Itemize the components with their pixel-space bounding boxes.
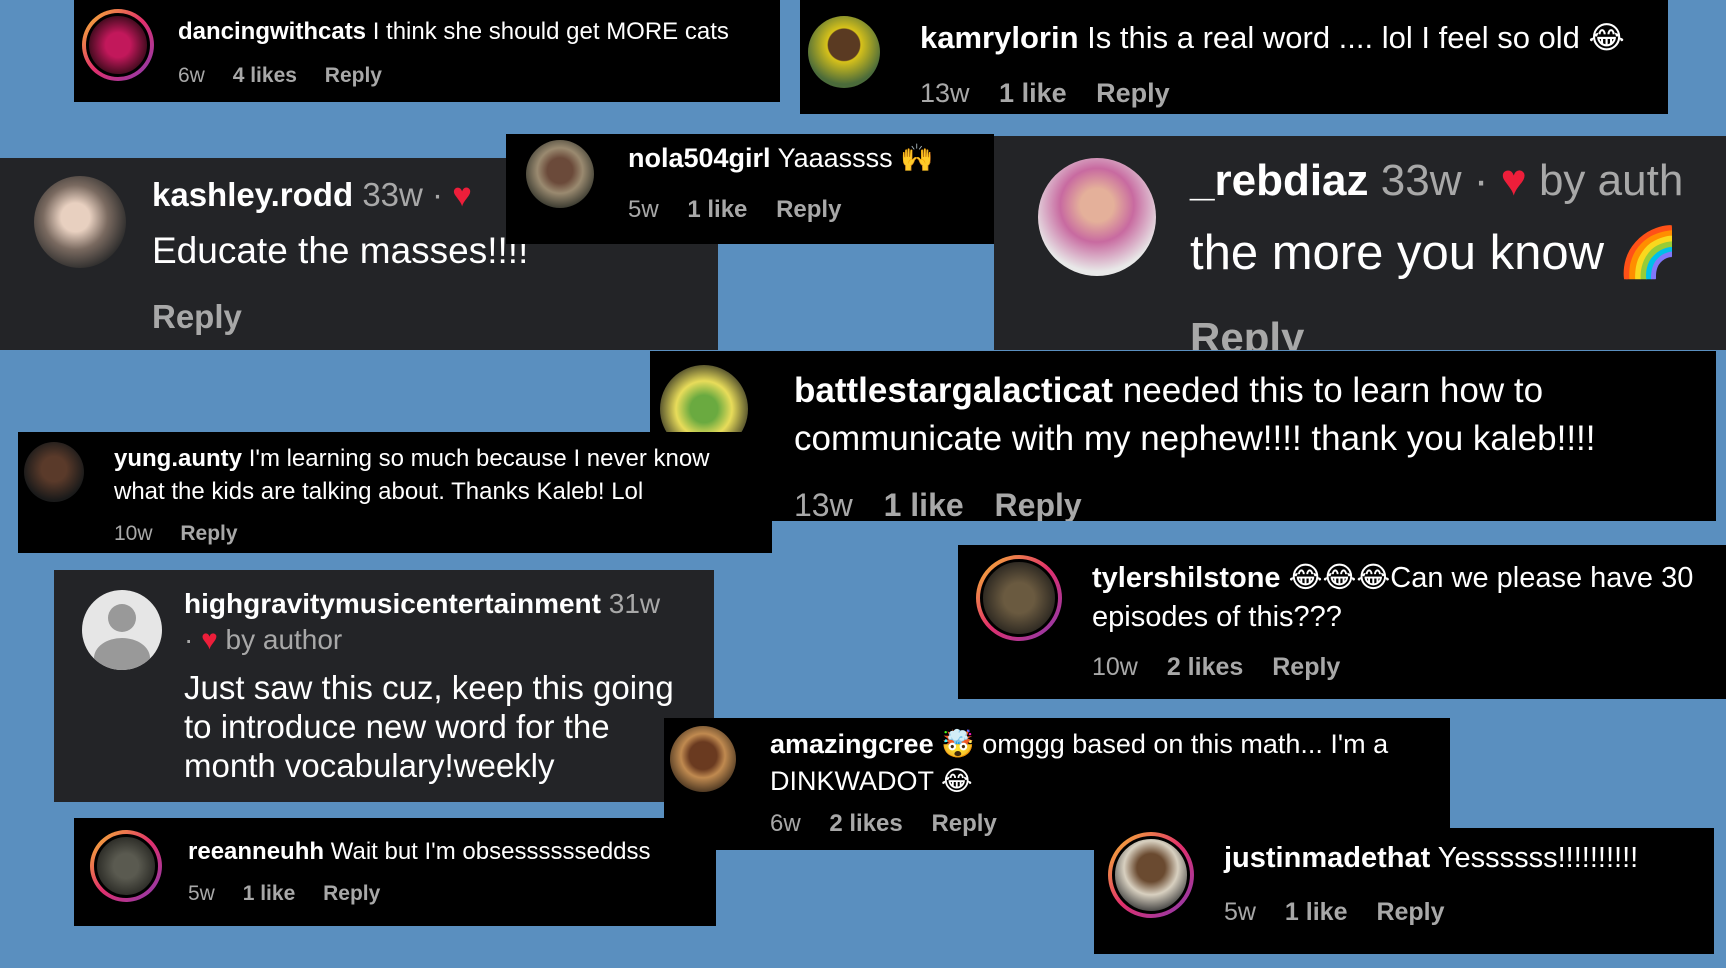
username[interactable]: _rebdiaz (1190, 156, 1369, 205)
username[interactable]: justinmadethat (1224, 842, 1430, 874)
comment-kamrylorin: kamrylorin Is this a real word .... lol … (800, 0, 1668, 114)
timestamp: 10w (114, 522, 153, 545)
comment-highgravitymusicentertainment: highgravitymusicentertainment 31w · ♥ by… (54, 570, 714, 802)
timestamp: 5w (628, 196, 659, 223)
avatar[interactable] (90, 830, 162, 902)
like-count[interactable]: 1 like (243, 882, 296, 905)
username[interactable]: nola504girl (628, 143, 771, 173)
avatar[interactable] (1108, 832, 1194, 918)
like-count[interactable]: 1 like (884, 487, 964, 521)
like-count[interactable]: 1 like (999, 78, 1067, 108)
by-author-label: by author (225, 624, 343, 655)
comment-text: Yaaassss 🙌 (777, 143, 934, 173)
heart-icon: ♥ (1500, 156, 1527, 205)
like-count[interactable]: 4 likes (233, 64, 297, 87)
timestamp: 13w (794, 487, 853, 521)
comment-rebdiaz: _rebdiaz 33w · ♥ by auth the more you kn… (994, 136, 1726, 350)
separator-dot: · (432, 176, 444, 213)
reply-button[interactable]: Reply (776, 196, 841, 223)
username[interactable]: dancingwithcats (178, 18, 366, 45)
comment-tylershilstone: tylershilstone 😂😂😂Can we please have 30 … (958, 545, 1726, 699)
username[interactable]: yung.aunty (114, 445, 242, 472)
avatar[interactable] (34, 176, 126, 268)
comment-text: the more you know 🌈 (1190, 226, 1679, 280)
username[interactable]: kamrylorin (920, 20, 1079, 55)
username[interactable]: amazingcree (770, 729, 934, 759)
avatar[interactable] (82, 9, 154, 81)
username[interactable]: tylershilstone (1092, 562, 1281, 594)
heart-icon: ♥ (452, 176, 472, 213)
comment-battlestargalacticat: battlestargalacticat needed this to lear… (650, 351, 1716, 521)
timestamp: 5w (188, 882, 215, 905)
avatar[interactable] (1038, 158, 1156, 276)
comment-justinmadethat: justinmadethat Yessssss!!!!!!!!!! 5w 1 l… (1094, 828, 1714, 954)
avatar[interactable] (82, 590, 162, 670)
timestamp: 6w (178, 64, 205, 87)
avatar[interactable] (808, 16, 880, 88)
timestamp: 33w (1380, 156, 1462, 205)
reply-button[interactable]: Reply (325, 64, 382, 87)
like-count[interactable]: 2 likes (1167, 653, 1243, 681)
default-avatar-icon (108, 604, 136, 632)
avatar[interactable] (526, 140, 594, 208)
timestamp: 5w (1224, 898, 1256, 926)
timestamp: 10w (1092, 653, 1138, 681)
username[interactable]: highgravitymusicentertainment (184, 588, 601, 619)
by-author-label: by auth (1538, 156, 1684, 205)
reply-button[interactable]: Reply (995, 487, 1082, 521)
reply-button[interactable]: Reply (180, 522, 237, 545)
timestamp: 13w (920, 78, 970, 108)
separator-dot: · (1473, 156, 1489, 205)
comment-text: Just saw this cuz, keep this going to in… (184, 669, 674, 784)
reply-button[interactable]: Reply (931, 810, 996, 837)
avatar[interactable] (670, 726, 736, 792)
comment-text: I think she should get MORE cats (372, 18, 729, 45)
like-count[interactable]: 1 like (1285, 898, 1348, 926)
username[interactable]: kashley.rodd (152, 176, 353, 213)
reply-button[interactable]: Reply (323, 882, 380, 905)
reply-button[interactable]: Reply (1096, 78, 1170, 108)
avatar[interactable] (976, 555, 1062, 641)
username[interactable]: battlestargalacticat (794, 371, 1113, 410)
like-count[interactable]: 1 like (687, 196, 747, 223)
reply-button[interactable]: Reply (1272, 653, 1340, 681)
comment-nola504girl: nola504girl Yaaassss 🙌 5w 1 like Reply (506, 134, 994, 244)
comment-reeanneuhh: reeanneuhh Wait but I'm obsesssssseddss … (74, 818, 716, 926)
comment-text: Is this a real word .... lol I feel so o… (1087, 20, 1625, 55)
reply-button[interactable]: Reply (1376, 898, 1444, 926)
heart-icon: ♥ (201, 624, 218, 655)
reply-button[interactable]: Reply (152, 298, 242, 336)
comment-dancingwithcats: dancingwithcats I think she should get M… (74, 0, 780, 102)
timestamp: 33w (362, 176, 423, 213)
avatar[interactable] (24, 442, 84, 502)
comment-text: Wait but I'm obsesssssseddss (330, 838, 651, 865)
comment-text: Educate the masses!!!! (152, 230, 529, 271)
timestamp: 6w (770, 810, 801, 837)
separator-dot: · (184, 624, 194, 655)
comment-yung-aunty: yung.aunty I'm learning so much because … (18, 432, 772, 553)
comment-text: Yessssss!!!!!!!!!! (1437, 842, 1639, 874)
username[interactable]: reeanneuhh (188, 838, 324, 865)
like-count[interactable]: 2 likes (829, 810, 902, 837)
timestamp: 31w (608, 588, 661, 619)
reply-button[interactable]: Reply (1190, 314, 1304, 350)
